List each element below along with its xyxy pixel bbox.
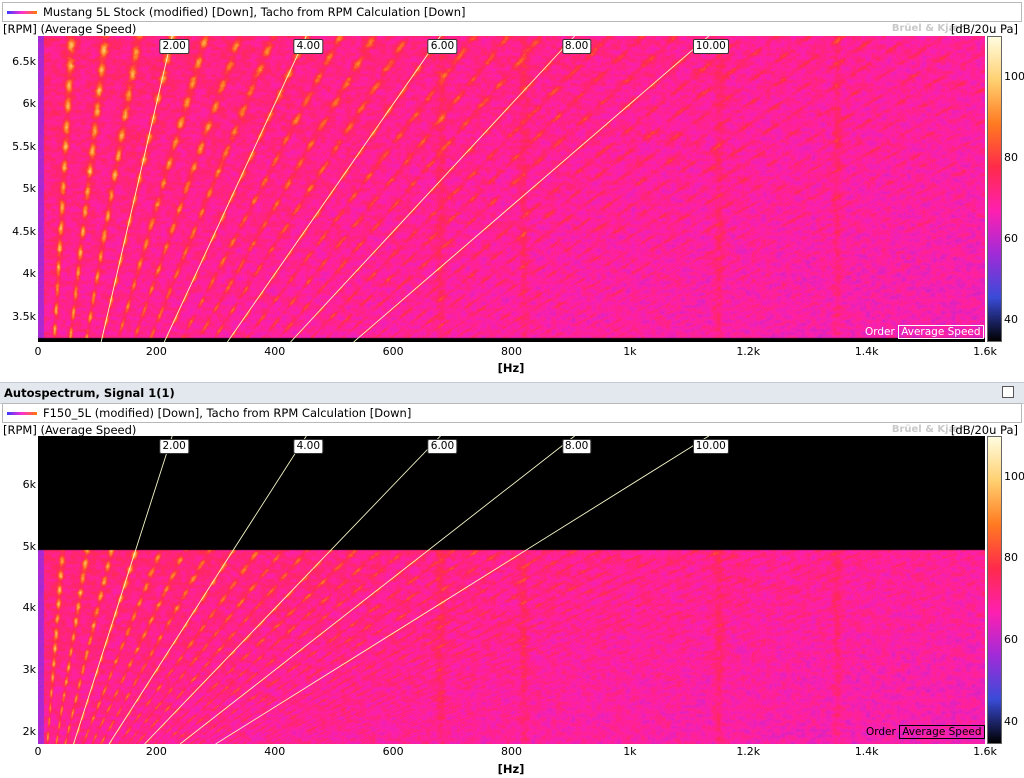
legend-bar[interactable]: F150_5L (modified) [Down], Tacho from RP… (2, 403, 1022, 423)
order-footer: Order Average Speed (866, 725, 985, 739)
y-tick-label: 5k (22, 182, 36, 195)
order-line-10 (215, 436, 710, 744)
x-tick-label: 400 (264, 745, 286, 758)
order-label: 6.00 (427, 39, 458, 54)
colorbar-tick-label: 80 (1004, 551, 1018, 565)
x-tick-label: 1k (623, 345, 637, 358)
order-label: 4.00 (293, 39, 324, 54)
order-label: 4.00 (293, 439, 324, 454)
y-tick-label: 4.5k (12, 224, 36, 238)
colorbar (987, 436, 1002, 744)
colorbar (987, 36, 1002, 342)
order-label: 8.00 (561, 439, 592, 454)
x-tick-label: 200 (145, 745, 167, 758)
order-line-2 (73, 436, 173, 744)
spectrogram-plot[interactable]: 2.00 4.00 6.00 8.00 10.00 (38, 36, 985, 342)
colorbar-tick-label: 60 (1004, 231, 1018, 245)
order-footer-label: Order (865, 326, 895, 338)
y-tick-label: 5.5k (12, 139, 36, 153)
colorbar-tick-label: 80 (1004, 150, 1018, 164)
x-tick-label: 0 (34, 745, 42, 758)
x-tick-label: 0 (34, 345, 42, 358)
x-tick-label: 200 (145, 345, 167, 358)
colorbar-unit-label: [dB/20u Pa] (950, 423, 1018, 437)
order-line-6 (144, 436, 441, 744)
colorbar-tick-label: 40 (1004, 312, 1018, 326)
x-axis-label: [Hz] (497, 762, 525, 776)
y-tick-label: 2k (22, 724, 36, 738)
order-footer-label: Order (866, 726, 896, 738)
order-lines-overlay (100, 36, 710, 342)
order-line-2 (100, 36, 173, 342)
y-axis-label: [RPM] (Average Speed) (3, 423, 137, 437)
order-label: 2.00 (159, 439, 189, 454)
y-axis-label: [RPM] (Average Speed) (3, 22, 137, 36)
autospectrum-title: Autospectrum, Signal 1(1) (4, 386, 175, 400)
x-tick-label: 1.4k (854, 345, 879, 358)
spectrogram-panel-top: Mustang 5L Stock (modified) [Down], Tach… (0, 0, 1024, 380)
x-tick-label: 1k (623, 745, 637, 758)
y-tick-label: 4k (22, 267, 36, 280)
order-line-4 (163, 36, 307, 342)
y-tick-label: 6.5k (12, 54, 36, 68)
colorbar-tick-label: 100 (1004, 469, 1024, 483)
spectrogram-plot[interactable]: 2.00 4.00 6.00 8.00 10.00 (38, 436, 985, 744)
order-footer: Order Average Speed (865, 325, 984, 339)
x-tick-label: 600 (382, 345, 404, 358)
order-footer-box: Average Speed (898, 325, 984, 339)
legend-swatch (7, 10, 37, 14)
y-tick-label: 6k (22, 97, 36, 110)
order-label: 8.00 (561, 39, 592, 54)
y-tick-label: 3.5k (12, 309, 36, 323)
x-tick-label: 1.4k (854, 745, 879, 758)
legend-swatch (7, 411, 37, 415)
order-line-8 (179, 436, 575, 744)
y-tick-label: 3k (22, 663, 36, 677)
y-tick-label: 4k (22, 601, 36, 615)
x-tick-label: 600 (382, 745, 404, 758)
order-footer-box: Average Speed (899, 725, 985, 739)
order-label: 10.00 (692, 39, 729, 54)
y-tick-label: 5k (22, 539, 36, 553)
colorbar-tick-label: 100 (1004, 69, 1024, 83)
order-label: 10.00 (692, 439, 729, 454)
x-axis-label: [Hz] (497, 361, 525, 375)
order-line-10 (353, 36, 710, 342)
spectrogram-panel-bottom: F150_5L (modified) [Down], Tacho from RP… (0, 403, 1024, 778)
order-line-4 (108, 436, 307, 744)
order-lines-overlay (73, 436, 710, 744)
legend-bar[interactable]: Mustang 5L Stock (modified) [Down], Tach… (2, 2, 1022, 22)
order-line-6 (227, 36, 441, 342)
y-tick-label: 6k (22, 478, 36, 492)
x-tick-label: 1.2k (736, 345, 761, 358)
x-tick-label: 800 (501, 745, 522, 758)
maximize-button[interactable] (1002, 386, 1014, 398)
colorbar-tick-label: 40 (1004, 714, 1018, 728)
autospectrum-header[interactable]: Autospectrum, Signal 1(1) (0, 382, 1024, 404)
order-label: 6.00 (427, 439, 458, 454)
colorbar-unit-label: [dB/20u Pa] (950, 22, 1018, 36)
x-tick-label: 1.6k (973, 745, 997, 758)
legend-text: F150_5L (modified) [Down], Tacho from RP… (43, 406, 412, 420)
order-line-8 (290, 36, 575, 342)
x-tick-label: 1.2k (736, 745, 761, 758)
colorbar-tick-label: 60 (1004, 633, 1018, 646)
x-tick-label: 400 (264, 345, 286, 358)
x-tick-label: 800 (501, 345, 522, 358)
legend-text: Mustang 5L Stock (modified) [Down], Tach… (43, 5, 466, 19)
x-tick-label: 1.6k (973, 345, 997, 358)
order-label: 2.00 (159, 39, 189, 54)
